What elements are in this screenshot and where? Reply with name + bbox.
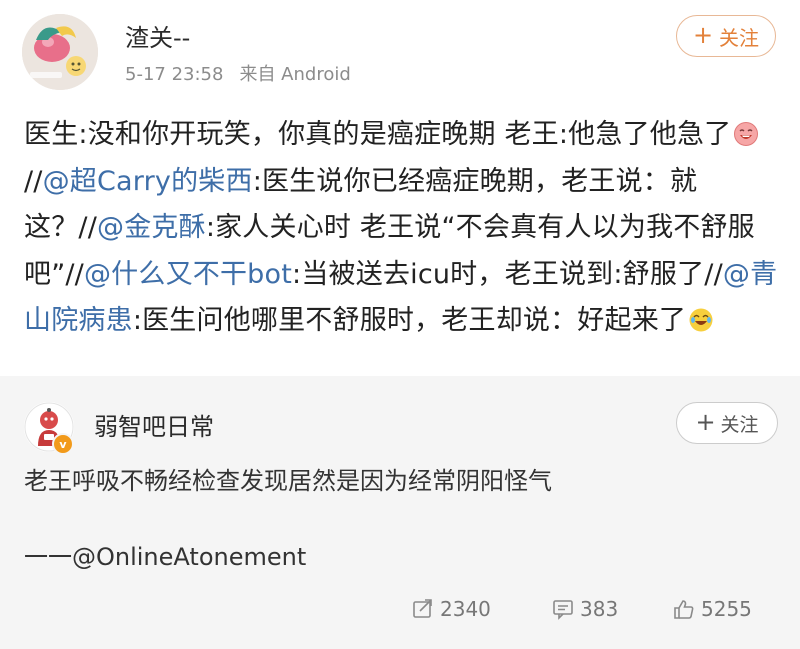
repost-separator: // (704, 258, 723, 290)
post-header: 渣关-- 5-17 23:58 来自 Android + 关注 (0, 0, 800, 100)
mention-link[interactable]: @什么又不干bot (84, 259, 292, 290)
like-button[interactable]: 5255 (673, 594, 752, 624)
comment-icon (553, 600, 573, 620)
repost-count: 2340 (440, 597, 491, 621)
post-text-segment: :医生问他哪里不舒服时，老王却说：好起来了 (132, 305, 687, 336)
username[interactable]: 渣关-- (125, 18, 190, 53)
post-body: 医生:没和你开玩笑，你真的是癌症晚期 老王:他急了他急了//@超Carry的柴西… (24, 112, 780, 345)
repost-button[interactable]: 2340 (412, 594, 491, 624)
follow-button[interactable]: + 关注 (676, 15, 776, 57)
follow-button[interactable]: + 关注 (676, 402, 778, 444)
repost-separator: // (65, 258, 84, 290)
post-time: 5-17 23:58 (125, 64, 224, 85)
grinning-face-emoji-icon (733, 116, 759, 146)
original-post-text: 老王呼吸不畅经检查发现居然是因为经常阴阳怪气 (24, 467, 552, 495)
original-post-card[interactable]: v 弱智吧日常 + 关注 老王呼吸不畅经检查发现居然是因为经常阴阳怪气 一一@O… (0, 376, 800, 649)
original-username[interactable]: 弱智吧日常 (94, 407, 214, 442)
mention-link[interactable]: @超Carry的柴西 (43, 166, 253, 197)
post-source: 来自 Android (239, 64, 351, 85)
post-meta: 5-17 23:58 来自 Android (125, 60, 351, 86)
like-icon (674, 600, 694, 619)
comment-button[interactable]: 383 (552, 594, 618, 624)
post-text-segment: 医生:没和你开玩笑，你真的是癌症晚期 老王:他急了他急了 (24, 119, 732, 150)
repost-icon (413, 599, 432, 618)
verified-badge-icon: v (52, 433, 74, 455)
repost-separator: // (78, 212, 97, 243)
repost-separator: // (24, 165, 43, 197)
avatar[interactable] (22, 14, 98, 90)
comment-count: 383 (580, 597, 619, 621)
plus-icon: + (692, 21, 714, 49)
post-text-segment: :当被送去icu时，老王说到:舒服了 (292, 258, 705, 290)
mention-link[interactable]: @金克酥 (97, 212, 206, 243)
like-count: 5255 (701, 597, 752, 621)
follow-label: 关注 (720, 413, 759, 436)
original-post-signature: 一一@OnlineAtonement (24, 543, 307, 571)
crying-laughing-face-emoji-icon (688, 302, 714, 332)
weibo-post-screen: 渣关-- 5-17 23:58 来自 Android + 关注 医生:没和你开玩笑… (0, 0, 800, 649)
plus-icon: + (695, 408, 716, 436)
follow-label: 关注 (719, 25, 760, 50)
